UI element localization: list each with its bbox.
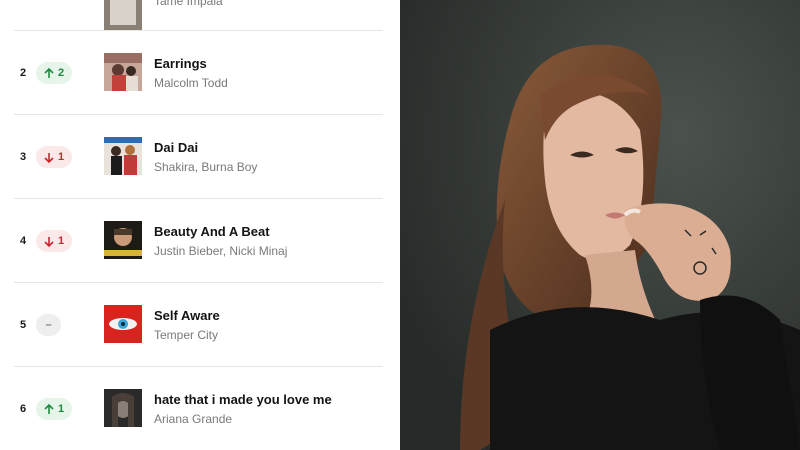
track-title[interactable]: Earrings	[154, 56, 207, 71]
track-artist[interactable]: Ariana Grande	[154, 412, 232, 426]
album-cover	[104, 0, 142, 31]
rank-change-value: 1	[57, 403, 65, 415]
rank-change-value: 1	[57, 151, 65, 163]
portrait-illustration	[400, 0, 800, 450]
rank-change-badge: 1	[36, 146, 72, 168]
album-cover	[104, 305, 142, 343]
album-cover	[104, 221, 142, 259]
rank-number: 5	[20, 319, 27, 331]
track-title[interactable]: Self Aware	[154, 308, 220, 323]
track-artist[interactable]: Temper City	[154, 328, 218, 342]
track-artist[interactable]: Malcolm Todd	[154, 76, 228, 90]
chart-row[interactable]: 2 2 Earrings Malcolm Todd	[0, 31, 400, 115]
rank-change-badge: 1	[36, 398, 72, 420]
track-artist[interactable]: Tame Impala	[154, 0, 223, 8]
rank-change-badge: 2	[36, 62, 72, 84]
chart-list-panel: Tame Impala 2 2 Earrings Malcolm Todd 3 …	[0, 0, 400, 450]
chart-row[interactable]: Tame Impala	[0, 0, 400, 31]
rank-number: 6	[20, 403, 27, 415]
rank-change-value: 2	[57, 67, 65, 79]
chart-row[interactable]: 5 – Self Aware Temper City	[0, 283, 400, 367]
track-artist[interactable]: Shakira, Burna Boy	[154, 160, 257, 174]
arrow-down-icon	[44, 152, 54, 163]
album-cover	[104, 137, 142, 175]
chart-list: Tame Impala 2 2 Earrings Malcolm Todd 3 …	[0, 0, 400, 450]
track-title[interactable]: Dai Dai	[154, 140, 198, 155]
arrow-down-icon	[44, 236, 54, 247]
track-title[interactable]: hate that i made you love me	[154, 392, 332, 407]
track-title[interactable]: Beauty And A Beat	[154, 224, 270, 239]
rank-change-badge: 1	[36, 230, 72, 252]
rank-change-badge: –	[36, 314, 61, 336]
chart-row[interactable]: 6 1 hate that i made you love me Ariana …	[0, 367, 400, 450]
rank-number: 4	[20, 235, 27, 247]
arrow-up-icon	[44, 67, 54, 78]
album-cover	[104, 53, 142, 91]
chart-row[interactable]: 4 1 Beauty And A Beat Justin Bieber, Nic…	[0, 199, 400, 283]
track-artist[interactable]: Justin Bieber, Nicki Minaj	[154, 244, 287, 258]
chart-row[interactable]: 3 1 Dai Dai Shakira, Burna Boy	[0, 115, 400, 199]
rank-change-value: 1	[57, 235, 65, 247]
arrow-up-icon	[44, 403, 54, 414]
album-cover	[104, 389, 142, 427]
portrait-photo	[400, 0, 800, 450]
rank-number: 3	[20, 151, 27, 163]
rank-number: 2	[20, 67, 27, 79]
rank-change-value: –	[45, 319, 52, 331]
